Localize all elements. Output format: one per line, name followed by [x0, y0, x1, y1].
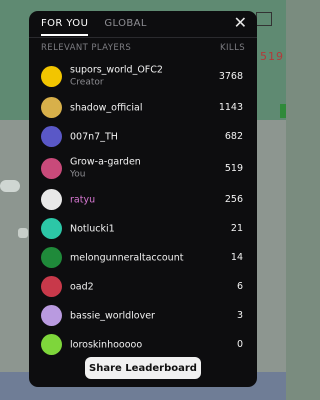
player-row[interactable]: shadow_official 1143 — [29, 93, 257, 122]
player-name: oad2 — [70, 281, 94, 292]
player-name: Grow-a-garden — [70, 156, 141, 168]
header-kills-label: KILLS — [220, 43, 245, 53]
player-row[interactable]: supors_world_OFC2 Creator 3768 — [29, 59, 257, 93]
player-name-block: supors_world_OFC2 Creator — [70, 65, 163, 88]
player-name-block: 007n7_TH — [70, 131, 118, 142]
player-name: supors_world_OFC2 — [70, 64, 163, 76]
player-name-block: Notlucki1 — [70, 223, 115, 234]
player-kills: 14 — [230, 252, 243, 263]
player-row[interactable]: melongunneraltaccount 14 — [29, 243, 257, 272]
player-avatar — [41, 276, 62, 297]
background-counter: 519 — [260, 50, 284, 63]
player-name: bassie_worldlover — [70, 310, 155, 321]
player-name: Notlucki1 — [70, 223, 115, 234]
tab-for-you[interactable]: FOR YOU — [41, 18, 89, 36]
player-avatar — [41, 65, 62, 87]
player-name-block: loroskinhooooo — [70, 339, 142, 350]
player-row[interactable]: ratyu 256 — [29, 185, 257, 214]
player-avatar — [41, 218, 62, 239]
background-animal — [0, 180, 20, 192]
player-kills: 682 — [224, 131, 243, 142]
player-name-block: bassie_worldlover — [70, 310, 155, 321]
player-name-block: shadow_official — [70, 102, 142, 113]
player-subtitle: Creator — [70, 77, 104, 88]
player-row[interactable]: loroskinhooooo 0 — [29, 330, 257, 359]
player-name: 007n7_TH — [70, 131, 118, 142]
share-leaderboard-button[interactable]: Share Leaderboard — [85, 357, 201, 379]
player-row[interactable]: Notlucki1 21 — [29, 214, 257, 243]
player-subtitle: You — [70, 169, 86, 180]
player-avatar — [41, 157, 62, 179]
player-avatar — [41, 334, 62, 355]
tab-global[interactable]: GLOBAL — [104, 18, 147, 36]
player-kills: 0 — [236, 339, 243, 350]
player-name: ratyu — [70, 194, 96, 205]
leaderboard-tabs: FOR YOU GLOBAL — [41, 18, 147, 36]
leaderboard-panel: FOR YOU GLOBAL ✕ RELEVANT PLAYERS KILLS … — [29, 11, 257, 387]
player-row[interactable]: bassie_worldlover 3 — [29, 301, 257, 330]
player-name-block: melongunneraltaccount — [70, 252, 183, 263]
player-kills: 1143 — [218, 102, 243, 113]
leaderboard-header: RELEVANT PLAYERS KILLS — [41, 43, 245, 53]
player-kills: 6 — [236, 281, 243, 292]
player-avatar — [41, 305, 62, 326]
player-avatar — [41, 247, 62, 268]
close-icon[interactable]: ✕ — [234, 15, 247, 31]
player-name: shadow_official — [70, 102, 143, 113]
player-avatar — [41, 189, 62, 210]
player-kills: 519 — [224, 162, 243, 174]
tab-divider — [29, 37, 257, 38]
player-name: melongunneraltaccount — [70, 252, 184, 263]
player-name-block: oad2 — [70, 281, 94, 292]
player-avatar — [41, 126, 62, 147]
background-object — [18, 228, 28, 238]
player-row[interactable]: Grow-a-garden You 519 — [29, 151, 257, 185]
player-list: supors_world_OFC2 Creator 3768 shadow_offic… — [29, 59, 257, 359]
player-kills: 3 — [236, 310, 243, 321]
player-row[interactable]: 007n7_TH 682 — [29, 122, 257, 151]
background-plant — [280, 104, 286, 118]
player-name-block: Grow-a-garden You — [70, 157, 141, 180]
player-kills: 21 — [230, 223, 243, 234]
player-kills: 3768 — [218, 70, 243, 82]
header-players-label: RELEVANT PLAYERS — [41, 43, 132, 53]
player-row[interactable]: oad2 6 — [29, 272, 257, 301]
player-name-block: ratyu — [70, 194, 95, 205]
player-name: loroskinhooooo — [70, 339, 143, 350]
background-box-icon — [256, 12, 272, 26]
player-kills: 256 — [224, 194, 243, 205]
player-avatar — [41, 97, 62, 118]
